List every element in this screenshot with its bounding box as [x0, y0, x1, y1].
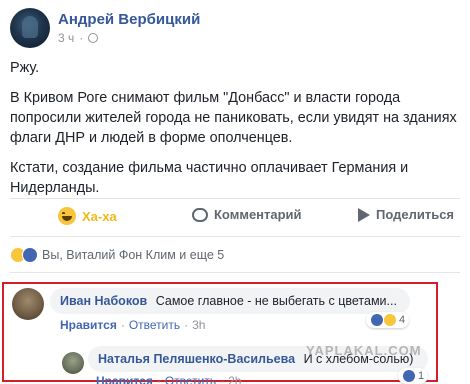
post-paragraph: В Кривом Роге снимают фильм "Донбасс" и …	[10, 90, 457, 146]
comment-time[interactable]: 3h	[192, 318, 205, 332]
like-reaction-icon	[402, 369, 416, 383]
like-reaction-icon	[370, 313, 384, 327]
like-reaction-icon	[22, 247, 38, 263]
replier-name[interactable]: Наталья Пеляшенко-Васильева	[98, 352, 295, 366]
dot-separator: ·	[79, 31, 84, 45]
reply-link[interactable]: Ответить	[165, 374, 216, 384]
author-avatar[interactable]	[10, 8, 50, 48]
comment-icon	[192, 207, 208, 222]
globe-icon	[88, 33, 99, 43]
commenter-name[interactable]: Иван Набоков	[60, 294, 147, 308]
haha-label: Ха-ха	[82, 208, 117, 224]
post-header: Андрей Вербицкий 3 ч ·	[10, 8, 460, 50]
author-name[interactable]: Андрей Вербицкий	[58, 11, 200, 28]
divider	[10, 236, 460, 237]
comment-reactions[interactable]: 4	[366, 312, 410, 328]
comments-highlight: Иван Набоков Самое главное - не выбегать…	[2, 282, 438, 384]
post-paragraph: Ржу.	[10, 60, 40, 76]
reply-time[interactable]: 2h	[228, 374, 241, 384]
reaction-icons	[10, 247, 38, 263]
post-paragraph: Кстати, создание фильма частично оплачив…	[10, 160, 409, 196]
post-meta: 3 ч ·	[58, 31, 99, 45]
post-actions: Ха-ха Комментарий Поделиться	[10, 200, 460, 230]
divider	[10, 272, 460, 273]
watermark: YAPLAKAL.COM	[306, 343, 422, 358]
share-icon	[358, 207, 370, 222]
comment-actions: Нравится · Ответить · 3h	[60, 318, 205, 332]
separator: ·	[120, 318, 125, 332]
divider	[10, 198, 460, 199]
share-label: Поделиться	[376, 207, 455, 222]
replier-avatar[interactable]	[62, 352, 84, 374]
reply-reactions[interactable]: 1	[398, 368, 429, 384]
like-comment-link[interactable]: Нравится	[60, 318, 117, 332]
reactions-text: Вы, Виталий Фон Клим и еще 5	[42, 248, 225, 262]
haha-button[interactable]: Ха-ха	[58, 207, 117, 225]
commenter-avatar[interactable]	[12, 288, 44, 320]
comment-button[interactable]: Комментарий	[192, 207, 302, 222]
like-reply-link[interactable]: Нравится	[96, 374, 153, 384]
post-body: Ржу. В Кривом Роге снимают фильм "Донбас…	[10, 58, 462, 208]
reply-link[interactable]: Ответить	[129, 318, 180, 332]
haha-reaction-icon	[383, 313, 397, 327]
share-button[interactable]: Поделиться	[358, 207, 454, 222]
reply-reaction-count: 1	[418, 370, 425, 382]
separator: ·	[156, 374, 161, 384]
post-time[interactable]: 3 ч	[58, 31, 74, 45]
comment-label: Комментарий	[214, 207, 302, 222]
comment-bubble: Иван Набоков Самое главное - не выбегать…	[50, 288, 410, 314]
comment-text: Самое главное - не выбегать с цветами...	[155, 294, 397, 308]
reactions-summary[interactable]: Вы, Виталий Фон Клим и еще 5	[10, 247, 224, 263]
haha-emoji-icon	[58, 207, 76, 225]
comment-reaction-count: 4	[399, 314, 406, 326]
separator: ·	[220, 374, 225, 384]
reply-actions: Нравится · Ответить · 2h	[96, 374, 241, 384]
separator: ·	[184, 318, 189, 332]
